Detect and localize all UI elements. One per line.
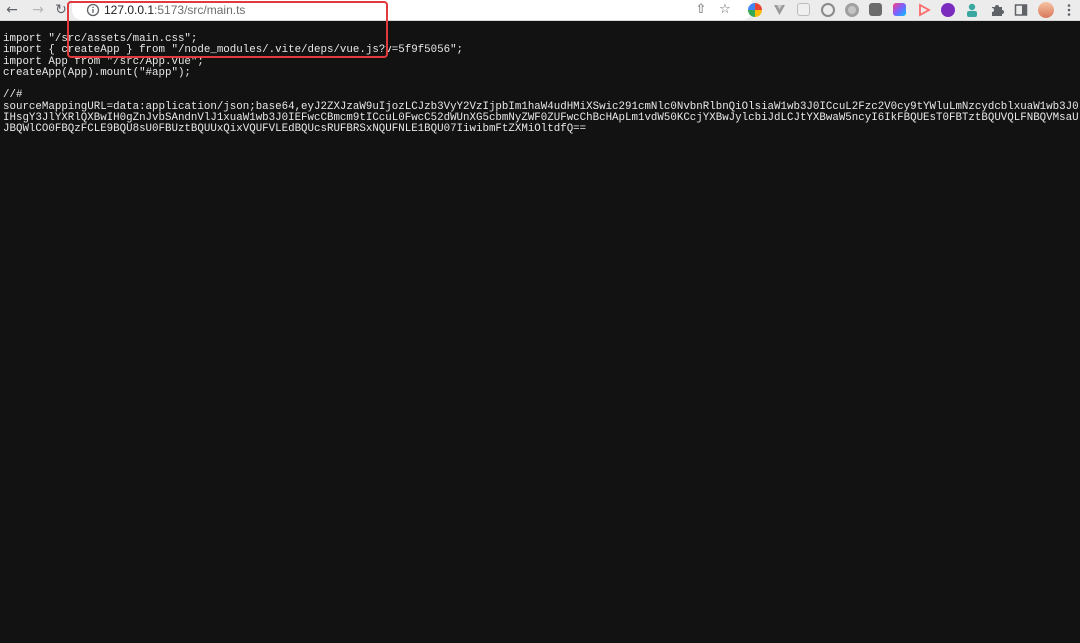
bookmark-star-icon[interactable]: ☆	[718, 3, 732, 17]
extension-square-icon[interactable]	[797, 3, 810, 16]
share-icon[interactable]: ⇧	[694, 3, 708, 17]
sidebar-icon[interactable]	[1014, 3, 1028, 17]
extension-gear-icon[interactable]	[845, 3, 859, 17]
extension-arrow-icon[interactable]	[917, 3, 931, 17]
extension-vue-devtools-icon[interactable]	[773, 3, 786, 16]
reload-icon[interactable]: ↻	[53, 2, 69, 18]
forward-arrow-icon[interactable]: →	[30, 2, 46, 18]
menu-dots-icon[interactable]	[1066, 3, 1072, 17]
url-text[interactable]: 127.0.0.1:5173/src/main.ts	[104, 2, 245, 18]
extension-purple-icon[interactable]	[941, 3, 955, 17]
sourcemap-line: sourceMappingURL=data:application/json;b…	[3, 100, 1079, 136]
info-icon[interactable]	[86, 3, 100, 17]
source-view: import "/src/assets/main.css"; import { …	[3, 33, 1079, 136]
back-arrow-icon[interactable]: ←	[4, 2, 20, 18]
extension-circle-icon[interactable]	[821, 3, 835, 17]
browser-toolbar: ← → ↻ 127.0.0.1:5173/src/main.ts ⇧ ☆	[0, 0, 1080, 21]
extension-download-icon[interactable]	[869, 3, 882, 16]
extension-color-icon[interactable]	[893, 3, 906, 16]
puzzle-icon[interactable]	[990, 3, 1004, 17]
avatar[interactable]	[1038, 2, 1054, 18]
extension-globe-icon[interactable]	[748, 3, 762, 17]
extension-person-icon[interactable]	[965, 2, 979, 18]
url-path: :5173/src/main.ts	[154, 3, 246, 17]
code-line: import { createApp } from "/node_modules…	[3, 44, 464, 57]
url-host: 127.0.0.1	[104, 3, 155, 17]
code-line: createApp(App).mount("#app");	[3, 66, 191, 79]
